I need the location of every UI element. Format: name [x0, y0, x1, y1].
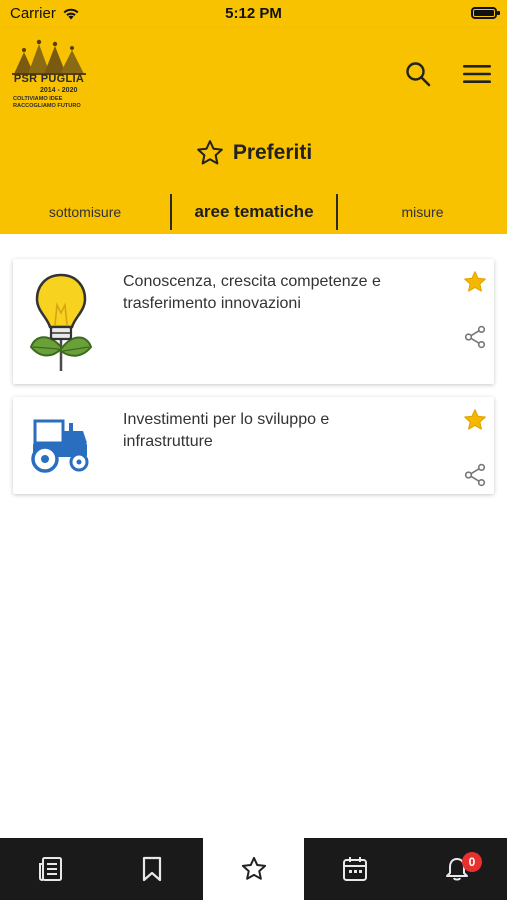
hamburger-menu-icon [463, 65, 491, 83]
lightbulb-plant-icon [27, 269, 95, 377]
favorite-star-button[interactable] [462, 269, 488, 295]
star-filled-icon [464, 409, 486, 430]
share-button[interactable] [462, 324, 488, 350]
app-header: PSR PUGLIA 2014 - 2020 COLTIVIAMO IDEE R… [0, 28, 507, 120]
tractor-icon [27, 407, 95, 477]
page-title: Preferiti [0, 138, 507, 168]
star-outline-icon [241, 856, 266, 880]
notification-badge: 0 [462, 852, 482, 872]
star-filled-icon [464, 271, 486, 292]
status-bar: Carrier 5:12 PM [0, 0, 507, 28]
logo-tagline: COLTIVIAMO IDEE RACCOGLIAMO FUTURO [13, 96, 93, 110]
nav-news[interactable] [0, 838, 101, 900]
logo-years: 2014 - 2020 [40, 87, 78, 94]
nav-calendar[interactable] [304, 838, 405, 900]
favorite-card-conoscenza[interactable]: Conoscenza, crescita competenze e trasfe… [13, 259, 494, 384]
status-time: 5:12 PM [225, 5, 282, 22]
bookmark-icon [142, 856, 161, 882]
nav-bookmarks[interactable] [101, 838, 202, 900]
search-icon [406, 62, 431, 87]
page-title-label: Preferiti [232, 141, 313, 164]
share-icon [464, 325, 486, 349]
logo-tagline-line1: COLTIVIAMO IDEE [13, 96, 63, 102]
battery-icon [471, 7, 500, 19]
tab-aree-tematiche[interactable]: aree tematiche [171, 192, 337, 232]
star-outline-icon [196, 140, 223, 165]
share-button[interactable] [462, 462, 488, 488]
card-title: Conoscenza, crescita competenze e trasfe… [123, 273, 381, 312]
psr-puglia-logo[interactable]: PSR PUGLIA 2014 - 2020 COLTIVIAMO IDEE R… [8, 36, 90, 112]
favorites-title-area: Preferiti sottomisure aree tematiche mis… [0, 120, 507, 234]
logo-tagline-line2: RACCOGLIAMO FUTURO [13, 103, 81, 109]
menu-button[interactable] [459, 56, 495, 92]
favorite-card-investimenti[interactable]: Investimenti per lo sviluppo e infrastru… [13, 397, 494, 494]
calendar-icon [342, 857, 367, 881]
bottom-nav-bar: 0 [0, 838, 507, 900]
nav-favorites[interactable] [203, 838, 304, 900]
tab-bar: sottomisure aree tematiche misure [0, 192, 507, 232]
logo-title: PSR PUGLIA [13, 73, 85, 85]
search-button[interactable] [400, 56, 436, 92]
nav-notifications[interactable]: 0 [406, 838, 507, 900]
news-list-icon [38, 857, 62, 881]
share-icon [464, 463, 486, 487]
tab-sottomisure[interactable]: sottomisure [0, 192, 170, 232]
trulli-logo-graphic [12, 39, 86, 75]
card-title: Investimenti per lo sviluppo e infrastru… [123, 411, 330, 450]
favorite-star-button[interactable] [462, 407, 488, 433]
tab-misure[interactable]: misure [338, 192, 507, 232]
